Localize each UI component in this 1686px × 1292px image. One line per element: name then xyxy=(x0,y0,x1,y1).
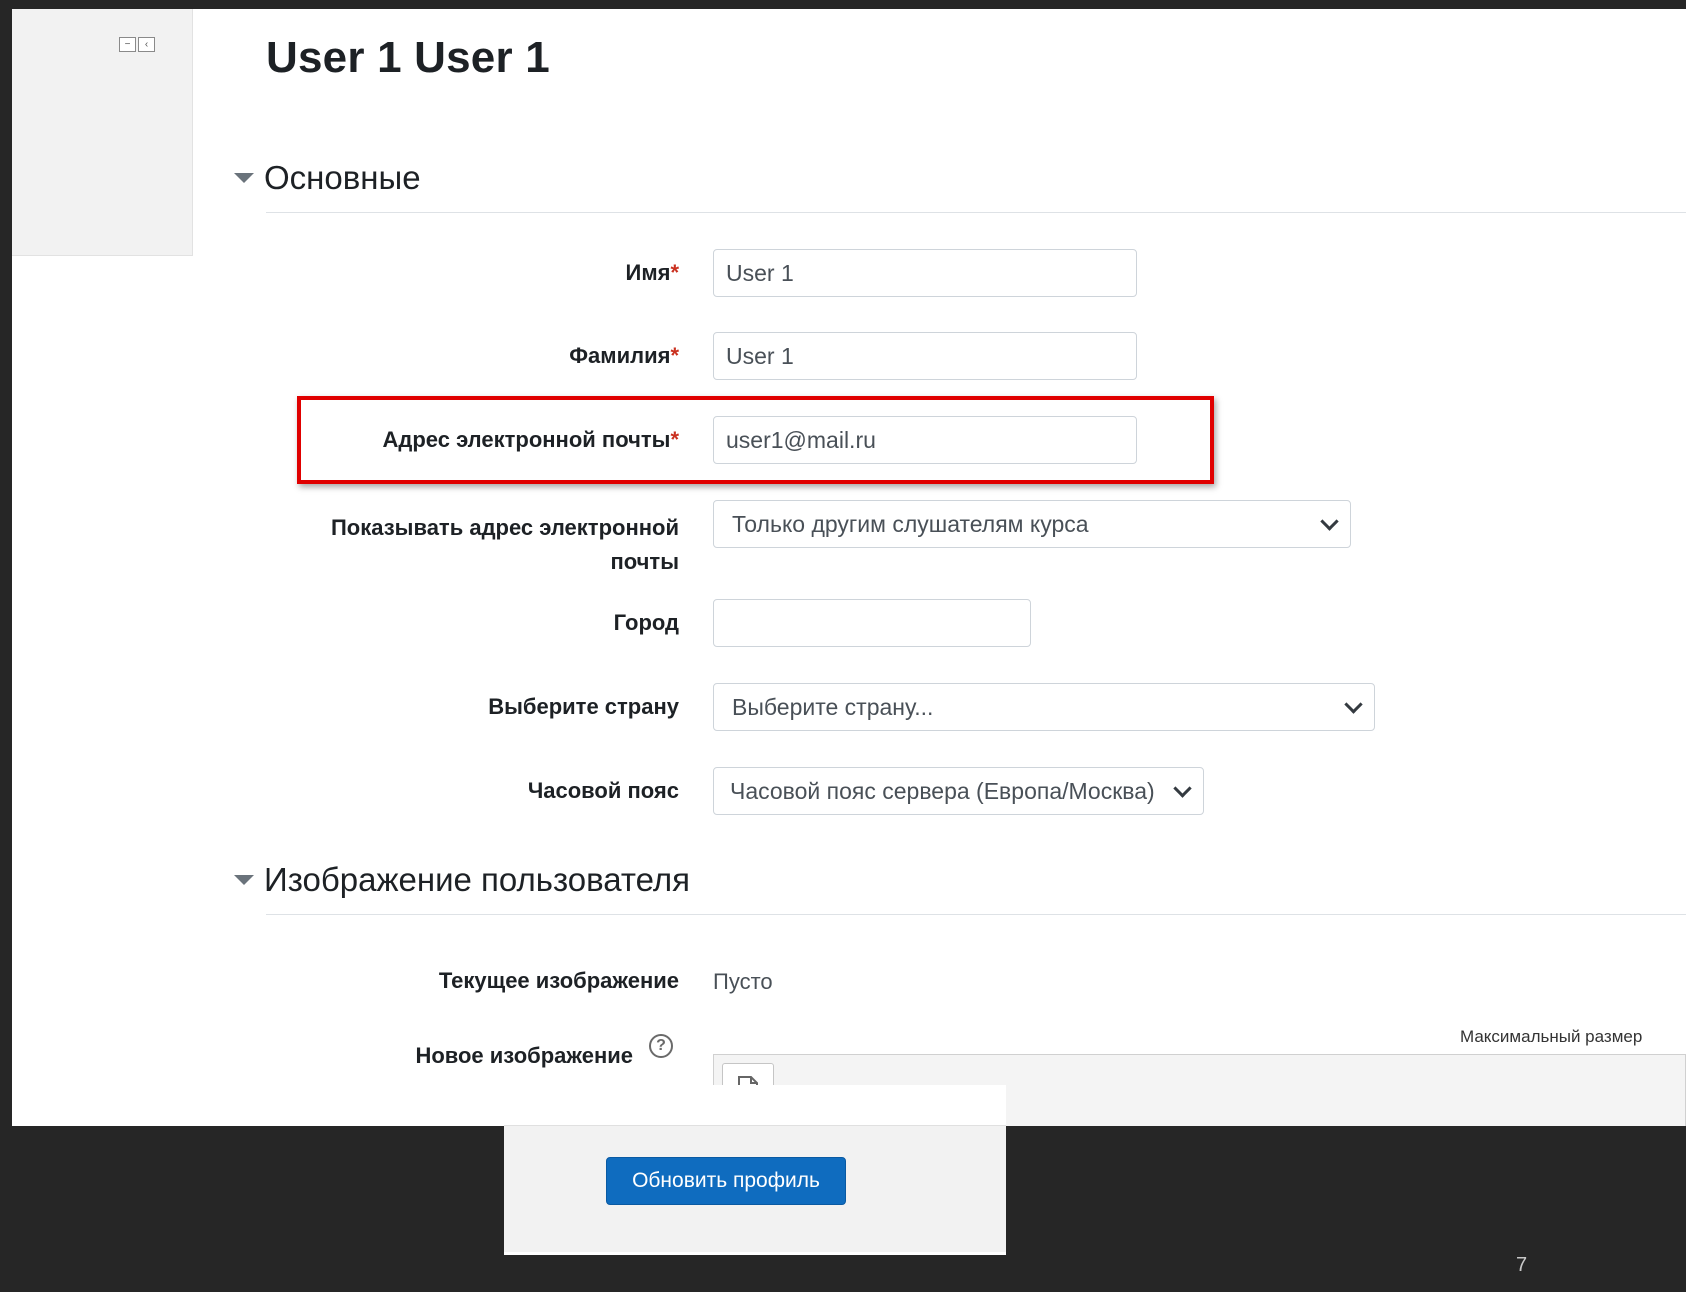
section-divider xyxy=(266,914,1686,915)
profile-edit-panel: − ‹ User 1 User 1 Основные Имя* Фамилия*… xyxy=(12,9,1686,1126)
section-header-user-picture[interactable]: Изображение пользователя xyxy=(234,861,690,899)
minus-box-icon[interactable]: − xyxy=(119,37,136,52)
update-profile-button[interactable]: Обновить профиль xyxy=(606,1157,846,1205)
timezone-select[interactable]: Часовой пояс сервера (Европа/Москва) xyxy=(713,767,1204,815)
firstname-label: Имя* xyxy=(625,260,680,285)
city-field[interactable] xyxy=(713,599,1031,647)
max-size-text: Максимальный размер xyxy=(1460,1027,1643,1046)
required-mark: * xyxy=(670,260,679,285)
side-block: − ‹ xyxy=(12,9,193,256)
lastname-label: Фамилия* xyxy=(569,343,679,368)
country-label: Выберите страну xyxy=(488,694,679,719)
current-picture-label: Текущее изображение xyxy=(438,968,679,993)
section-title-general: Основные xyxy=(264,159,421,196)
chevron-down-icon xyxy=(1344,694,1363,714)
maildisplay-select[interactable]: Только другим слушателям курса xyxy=(713,500,1351,548)
maildisplay-label: Показывать адрес электронной почты xyxy=(330,515,679,574)
chevron-down-icon xyxy=(1173,778,1192,798)
firstname-field[interactable] xyxy=(713,249,1137,297)
collapse-triangle-icon xyxy=(234,173,254,183)
country-selected: Выберите страну... xyxy=(732,693,934,720)
city-label: Город xyxy=(613,610,679,635)
section-divider xyxy=(266,212,1686,213)
collapse-triangle-icon xyxy=(234,875,254,885)
page-title: User 1 User 1 xyxy=(266,33,550,82)
required-mark: * xyxy=(670,343,679,368)
lastname-field[interactable] xyxy=(713,332,1137,380)
timezone-label: Часовой пояс xyxy=(527,778,679,803)
email-highlight-box xyxy=(297,396,1214,484)
page-number: 7 xyxy=(1516,1254,1528,1276)
block-controls: − ‹ xyxy=(119,37,155,52)
section-title-user-picture: Изображение пользователя xyxy=(264,861,691,898)
form-footer: Обновить профиль xyxy=(504,1085,1006,1255)
arrow-left-box-icon[interactable]: ‹ xyxy=(138,37,155,52)
chevron-down-icon xyxy=(1320,511,1339,531)
maildisplay-selected: Только другим слушателям курса xyxy=(732,510,1089,537)
country-select[interactable]: Выберите страну... xyxy=(713,683,1375,731)
section-header-general[interactable]: Основные xyxy=(234,159,421,197)
help-icon[interactable]: ? xyxy=(649,1034,673,1058)
current-picture-value: Пусто xyxy=(713,969,773,994)
timezone-selected: Часовой пояс сервера (Европа/Москва) xyxy=(730,777,1155,804)
new-picture-label: Новое изображение xyxy=(415,1043,633,1068)
